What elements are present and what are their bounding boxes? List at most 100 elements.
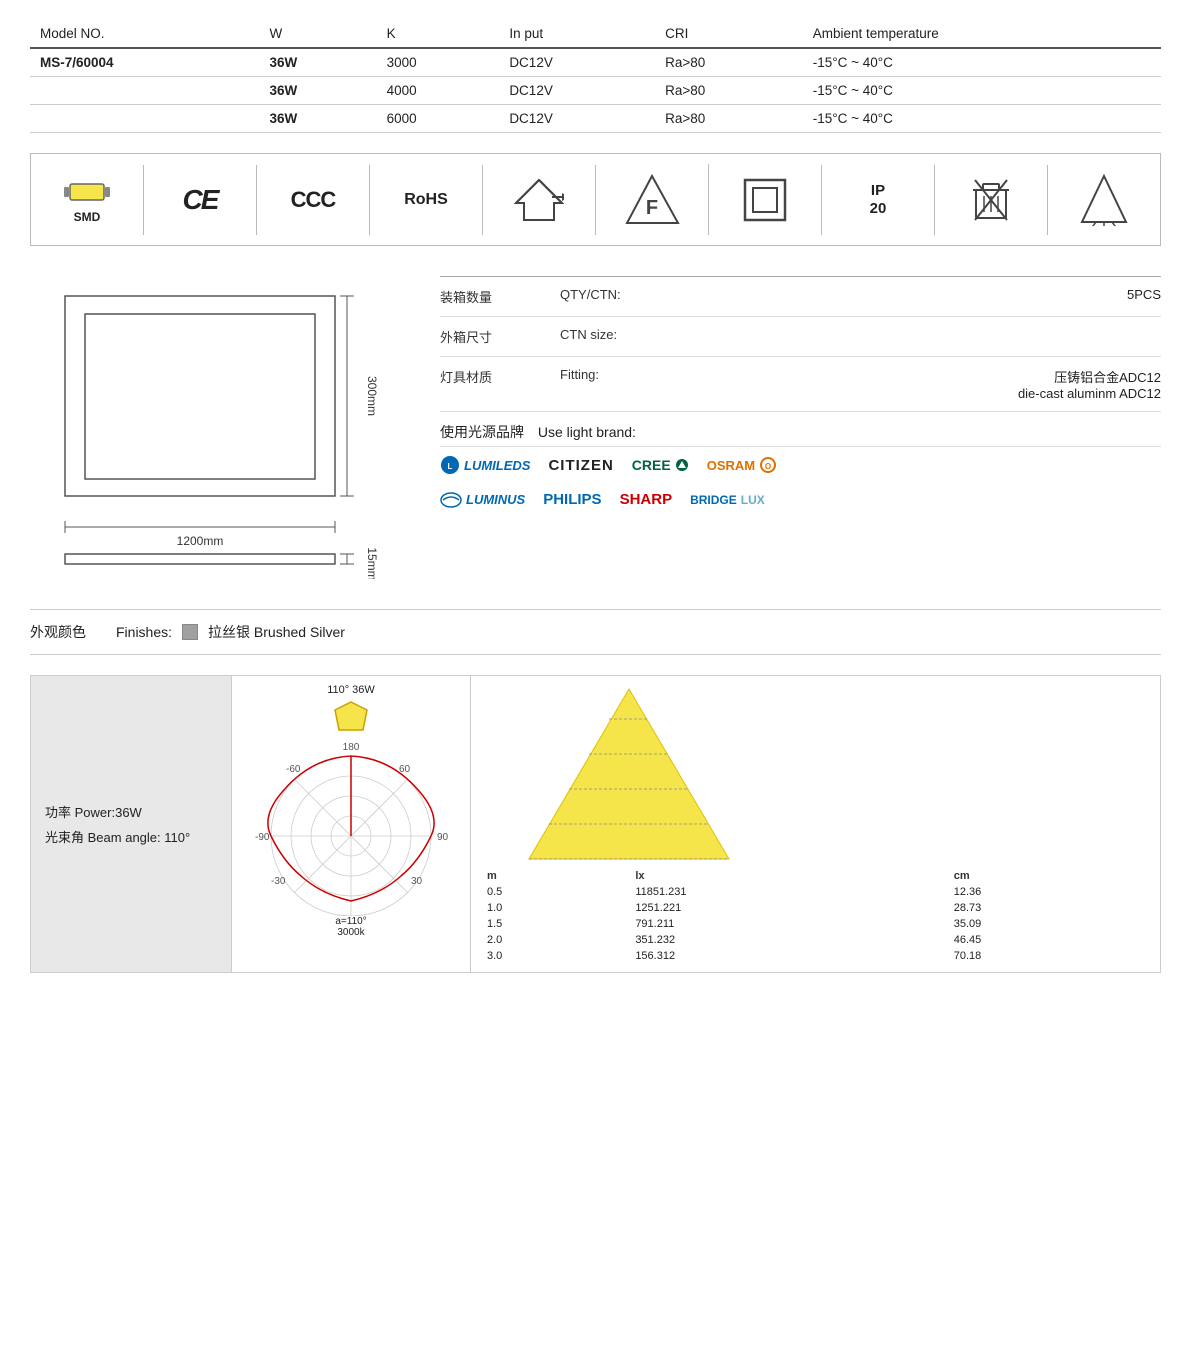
beam-col-cm: cm bbox=[946, 868, 1152, 884]
osram-icon: O bbox=[759, 456, 777, 474]
lumileds-icon: L bbox=[440, 455, 460, 475]
fitting-zh: 灯具材质 bbox=[440, 367, 560, 386]
house-icon bbox=[514, 175, 564, 225]
polar-title: 110° 36W bbox=[327, 684, 375, 696]
strip-drawing: 1200mm 15mm bbox=[45, 519, 385, 579]
finishes-value: 拉丝银 Brushed Silver bbox=[208, 622, 345, 642]
cree-icon bbox=[675, 458, 689, 472]
smd-label: SMD bbox=[74, 210, 101, 224]
col-cri: CRI bbox=[655, 20, 803, 48]
bridgelux-logo: BRIDGE LUX bbox=[690, 493, 765, 507]
ctn-en: CTN size: bbox=[560, 327, 680, 342]
philips-logo: PHILIPS bbox=[543, 491, 601, 508]
weee-icon bbox=[971, 176, 1011, 224]
fitting-value-en: die-cast aluminm ADC12 bbox=[680, 386, 1161, 401]
cert-ip20: IP20 bbox=[822, 165, 935, 235]
beam-chart bbox=[479, 684, 779, 864]
qty-value: 5PCS bbox=[680, 287, 1161, 302]
ce-text: CE bbox=[183, 184, 218, 216]
beam-data-row: 1.01251.22128.73 bbox=[479, 900, 1152, 916]
power-label: 功率 Power:36W bbox=[45, 802, 217, 821]
table-row: 36W4000DC12VRa>80-15°C ~ 40°C bbox=[30, 77, 1161, 105]
square-icon bbox=[741, 176, 789, 224]
svg-text:-60: -60 bbox=[286, 764, 301, 775]
cert-ce: CE bbox=[144, 165, 257, 235]
beam-col-lx: lx bbox=[627, 868, 945, 884]
beam-data-table: m lx cm 0.511851.23112.361.01251.22128.7… bbox=[479, 868, 1152, 964]
beam-data-row: 2.0351.23246.45 bbox=[479, 932, 1152, 948]
brand-zh: 使用光源品牌 bbox=[440, 424, 524, 440]
ctn-zh: 外箱尺寸 bbox=[440, 327, 560, 346]
ccc-text: CCC bbox=[291, 187, 336, 213]
f-triangle-icon: F bbox=[625, 172, 680, 227]
finishes-label: Finishes: bbox=[116, 624, 172, 640]
fitting-row: 灯具材质 Fitting: 压铸铝合金ADC12 die-cast alumin… bbox=[440, 357, 1161, 412]
polar-angle-label: a=110° bbox=[335, 916, 366, 927]
svg-text:O: O bbox=[765, 462, 771, 471]
polar-diagram: 180 90 -90 0 -60 60 -30 30 bbox=[251, 736, 451, 916]
fitting-value-zh: 压铸铝合金ADC12 bbox=[680, 367, 1161, 386]
lumileds-logo: L LUMILEDS bbox=[440, 455, 530, 475]
table-row: 36W6000DC12VRa>80-15°C ~ 40°C bbox=[30, 105, 1161, 133]
svg-text:90: 90 bbox=[437, 832, 449, 843]
beam-label: 光束角 Beam angle: 110° bbox=[45, 827, 217, 846]
citizen-logo: CITIZEN bbox=[548, 457, 613, 474]
cert-row: SMD CE CCC RoHS F bbox=[30, 153, 1161, 246]
svg-text:30: 30 bbox=[411, 876, 423, 887]
svg-text:F: F bbox=[645, 197, 657, 219]
cert-f: F bbox=[596, 164, 709, 235]
osram-logo: OSRAM O bbox=[707, 456, 777, 474]
ip-label: IP20 bbox=[870, 182, 887, 218]
beam-data-row: 3.0156.31270.18 bbox=[479, 948, 1152, 964]
svg-text:60: 60 bbox=[399, 764, 411, 775]
brand-row-2: LUMINUS PHILIPS SHARP BRIDGE LUX bbox=[440, 483, 1161, 516]
cert-smd: SMD bbox=[31, 165, 144, 235]
col-model: Model NO. bbox=[30, 20, 259, 48]
fitting-value: 压铸铝合金ADC12 die-cast aluminm ADC12 bbox=[680, 367, 1161, 401]
color-swatch bbox=[182, 624, 198, 640]
svg-text:15mm: 15mm bbox=[365, 547, 379, 579]
sharp-logo: SHARP bbox=[620, 491, 673, 508]
cert-ccc: CCC bbox=[257, 165, 370, 235]
ctn-row: 外箱尺寸 CTN size: bbox=[440, 317, 1161, 357]
qty-zh: 装箱数量 bbox=[440, 287, 560, 306]
luminus-icon bbox=[440, 492, 462, 508]
power-section: 功率 Power:36W 光束角 Beam angle: 110° 110° 3… bbox=[30, 675, 1161, 973]
cree-logo: CREE bbox=[632, 457, 689, 473]
svg-text:300mm: 300mm bbox=[365, 376, 379, 416]
fitting-en: Fitting: bbox=[560, 367, 680, 382]
finishes-zh: 外观颜色 bbox=[30, 622, 86, 642]
col-w: W bbox=[259, 20, 376, 48]
qty-row: 装箱数量 QTY/CTN: 5PCS bbox=[440, 277, 1161, 317]
dims-left: 300mm 1200mm 15mm bbox=[30, 276, 400, 589]
svg-text:180: 180 bbox=[343, 742, 360, 753]
cert-warning bbox=[1048, 165, 1160, 235]
power-info: 功率 Power:36W 光束角 Beam angle: 110° bbox=[31, 676, 231, 972]
table-row: MS-7/6000436W3000DC12VRa>80-15°C ~ 40°C bbox=[30, 48, 1161, 77]
cert-square bbox=[709, 165, 822, 235]
spec-table: Model NO. W K In put CRI Ambient tempera… bbox=[30, 20, 1161, 133]
beam-data-row: 0.511851.23112.36 bbox=[479, 884, 1152, 900]
col-input: In put bbox=[499, 20, 655, 48]
col-temp: Ambient temperature bbox=[803, 20, 1161, 48]
light-dist-icon bbox=[1080, 174, 1128, 226]
svg-text:-30: -30 bbox=[271, 876, 286, 887]
beam-col-m: m bbox=[479, 868, 627, 884]
brand-en: Use light brand: bbox=[538, 424, 636, 440]
svg-text:-90: -90 bbox=[255, 832, 270, 843]
brand-label-row: 使用光源品牌 Use light brand: bbox=[440, 412, 1161, 447]
rohs-text: RoHS bbox=[404, 191, 448, 209]
dims-specs-section: 300mm 1200mm 15mm 装箱数量 QTY/CTN: 5PCS bbox=[30, 276, 1161, 589]
polar-color-temp: 3000k bbox=[337, 927, 364, 938]
cert-weee bbox=[935, 165, 1048, 235]
cert-house bbox=[483, 165, 596, 235]
qty-en: QTY/CTN: bbox=[560, 287, 680, 302]
dims-right: 装箱数量 QTY/CTN: 5PCS 外箱尺寸 CTN size: 灯具材质 F… bbox=[420, 276, 1161, 589]
luminus-logo: LUMINUS bbox=[440, 492, 525, 508]
product-drawing: 300mm bbox=[45, 286, 385, 516]
finishes-section: 外观颜色 Finishes: 拉丝银 Brushed Silver bbox=[30, 609, 1161, 655]
cert-rohs: RoHS bbox=[370, 165, 483, 235]
svg-text:L: L bbox=[448, 462, 453, 471]
beam-section: m lx cm 0.511851.23112.361.01251.22128.7… bbox=[471, 676, 1160, 972]
led-shape bbox=[333, 700, 369, 732]
